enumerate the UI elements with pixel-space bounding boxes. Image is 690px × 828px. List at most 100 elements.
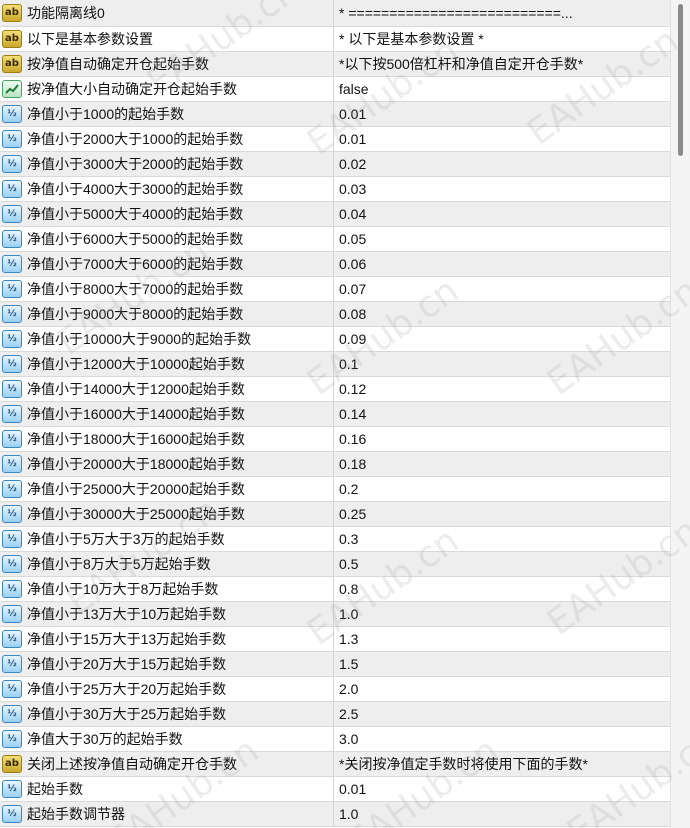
param-name: 净值大于30万的起始手数: [27, 731, 183, 747]
param-row[interactable]: ½ 起始手数 0.01: [0, 777, 670, 802]
param-value[interactable]: 0.2: [334, 477, 670, 501]
param-row[interactable]: ½ 净值小于4000大于3000的起始手数 0.03: [0, 177, 670, 202]
param-row[interactable]: ½ 净值小于10万大于8万起始手数 0.8: [0, 577, 670, 602]
param-value[interactable]: 0.14: [334, 402, 670, 426]
param-name-cell: ½ 净值小于7000大于6000的起始手数: [0, 252, 334, 276]
scrollbar-thumb[interactable]: [678, 4, 683, 156]
param-name: 关闭上述按净值自动确定开仓手数: [27, 756, 237, 772]
param-value[interactable]: 2.0: [334, 677, 670, 701]
param-row[interactable]: ½ 净值小于9000大于8000的起始手数 0.08: [0, 302, 670, 327]
param-name-cell: ½ 净值小于2000大于1000的起始手数: [0, 127, 334, 151]
double-type-icon: ½: [2, 655, 22, 673]
parameter-grid: ab 功能隔离线0 * ==========================... a…: [0, 0, 670, 827]
param-name: 净值小于12000大于10000起始手数: [27, 356, 245, 372]
param-value[interactable]: 0.1: [334, 352, 670, 376]
param-value[interactable]: 0.01: [334, 777, 670, 801]
param-value[interactable]: 0.01: [334, 102, 670, 126]
param-value[interactable]: 0.07: [334, 277, 670, 301]
param-name-cell: ½ 净值大于30万的起始手数: [0, 727, 334, 751]
vertical-scrollbar[interactable]: [670, 0, 690, 828]
param-value[interactable]: 0.16: [334, 427, 670, 451]
param-name: 净值小于20000大于18000起始手数: [27, 456, 245, 472]
param-name: 净值小于6000大于5000的起始手数: [27, 231, 244, 247]
param-row[interactable]: ½ 净值小于13万大于10万起始手数 1.0: [0, 602, 670, 627]
param-value[interactable]: 1.3: [334, 627, 670, 651]
param-value[interactable]: 1.0: [334, 602, 670, 626]
param-value[interactable]: 0.08: [334, 302, 670, 326]
param-row[interactable]: ½ 净值小于20万大于15万起始手数 1.5: [0, 652, 670, 677]
param-value[interactable]: 1.5: [334, 652, 670, 676]
param-value[interactable]: 0.02: [334, 152, 670, 176]
param-value[interactable]: false: [334, 77, 670, 101]
param-value[interactable]: * ==========================...: [334, 0, 670, 26]
param-value[interactable]: 0.3: [334, 527, 670, 551]
param-value[interactable]: * 以下是基本参数设置 *: [334, 27, 670, 51]
param-value[interactable]: 3.0: [334, 727, 670, 751]
param-name: 净值小于16000大于14000起始手数: [27, 406, 245, 422]
param-row[interactable]: ab 关闭上述按净值自动确定开仓手数 *关闭按净值定手数时将使用下面的手数*: [0, 752, 670, 777]
param-value[interactable]: 0.5: [334, 552, 670, 576]
param-name-cell: ½ 净值小于4000大于3000的起始手数: [0, 177, 334, 201]
param-value[interactable]: 0.8: [334, 577, 670, 601]
param-value[interactable]: 0.12: [334, 377, 670, 401]
param-value[interactable]: 0.01: [334, 127, 670, 151]
param-row[interactable]: ½ 净值小于30万大于25万起始手数 2.5: [0, 702, 670, 727]
param-row[interactable]: ½ 净值小于30000大于25000起始手数 0.25: [0, 502, 670, 527]
param-name: 起始手数调节器: [27, 806, 125, 822]
param-value[interactable]: 2.5: [334, 702, 670, 726]
param-name-cell: ½ 净值小于5000大于4000的起始手数: [0, 202, 334, 226]
param-row[interactable]: ab 按净值自动确定开仓起始手数 *以下按500倍杠杆和净值自定开仓手数*: [0, 52, 670, 77]
param-row[interactable]: ½ 净值小于8000大于7000的起始手数 0.07: [0, 277, 670, 302]
param-row[interactable]: ab 功能隔离线0 * ==========================...: [0, 0, 670, 27]
param-value[interactable]: 0.25: [334, 502, 670, 526]
param-row[interactable]: ½ 起始手数调节器 1.0: [0, 802, 670, 827]
param-name-cell: ½ 起始手数: [0, 777, 334, 801]
param-row[interactable]: ½ 净值小于5000大于4000的起始手数 0.04: [0, 202, 670, 227]
double-type-icon: ½: [2, 480, 22, 498]
param-name-cell: ½ 净值小于8万大于5万起始手数: [0, 552, 334, 576]
param-value[interactable]: 0.04: [334, 202, 670, 226]
double-type-icon: ½: [2, 430, 22, 448]
param-row[interactable]: ½ 净值大于30万的起始手数 3.0: [0, 727, 670, 752]
param-value[interactable]: 0.03: [334, 177, 670, 201]
param-name: 净值小于14000大于12000起始手数: [27, 381, 245, 397]
double-type-icon: ½: [2, 280, 22, 298]
param-row[interactable]: ½ 净值小于20000大于18000起始手数 0.18: [0, 452, 670, 477]
param-row[interactable]: ½ 净值小于3000大于2000的起始手数 0.02: [0, 152, 670, 177]
param-name: 净值小于5万大于3万的起始手数: [27, 531, 225, 547]
param-row[interactable]: ½ 净值小于14000大于12000起始手数 0.12: [0, 377, 670, 402]
double-type-icon: ½: [2, 405, 22, 423]
param-value[interactable]: 0.06: [334, 252, 670, 276]
param-row[interactable]: ½ 净值小于25000大于20000起始手数 0.2: [0, 477, 670, 502]
param-row[interactable]: ½ 净值小于10000大于9000的起始手数 0.09: [0, 327, 670, 352]
param-name-cell: ½ 净值小于1000的起始手数: [0, 102, 334, 126]
param-value[interactable]: *以下按500倍杠杆和净值自定开仓手数*: [334, 52, 670, 76]
param-row[interactable]: ½ 净值小于18000大于16000起始手数 0.16: [0, 427, 670, 452]
param-row[interactable]: ½ 净值小于1000的起始手数 0.01: [0, 102, 670, 127]
double-type-icon: ½: [2, 155, 22, 173]
param-row[interactable]: ½ 净值小于25万大于20万起始手数 2.0: [0, 677, 670, 702]
param-value[interactable]: 1.0: [334, 802, 670, 826]
double-type-icon: ½: [2, 455, 22, 473]
param-row[interactable]: 按净值大小自动确定开仓起始手数 false: [0, 77, 670, 102]
param-value[interactable]: *关闭按净值定手数时将使用下面的手数*: [334, 752, 670, 776]
double-type-icon: ½: [2, 330, 22, 348]
param-name: 按净值自动确定开仓起始手数: [27, 56, 209, 72]
param-row[interactable]: ½ 净值小于12000大于10000起始手数 0.1: [0, 352, 670, 377]
param-row[interactable]: ½ 净值小于2000大于1000的起始手数 0.01: [0, 127, 670, 152]
param-row[interactable]: ½ 净值小于8万大于5万起始手数 0.5: [0, 552, 670, 577]
double-type-icon: ½: [2, 305, 22, 323]
param-row[interactable]: ½ 净值小于6000大于5000的起始手数 0.05: [0, 227, 670, 252]
param-row[interactable]: ½ 净值小于15万大于13万起始手数 1.3: [0, 627, 670, 652]
param-row[interactable]: ½ 净值小于7000大于6000的起始手数 0.06: [0, 252, 670, 277]
param-name-cell: ½ 净值小于12000大于10000起始手数: [0, 352, 334, 376]
param-row[interactable]: ½ 净值小于5万大于3万的起始手数 0.3: [0, 527, 670, 552]
param-row[interactable]: ab 以下是基本参数设置 * 以下是基本参数设置 *: [0, 27, 670, 52]
param-value[interactable]: 0.05: [334, 227, 670, 251]
string-type-icon: ab: [2, 30, 22, 48]
param-value[interactable]: 0.09: [334, 327, 670, 351]
param-value[interactable]: 0.18: [334, 452, 670, 476]
param-row[interactable]: ½ 净值小于16000大于14000起始手数 0.14: [0, 402, 670, 427]
double-type-icon: ½: [2, 530, 22, 548]
param-name: 净值小于30万大于25万起始手数: [27, 706, 227, 722]
